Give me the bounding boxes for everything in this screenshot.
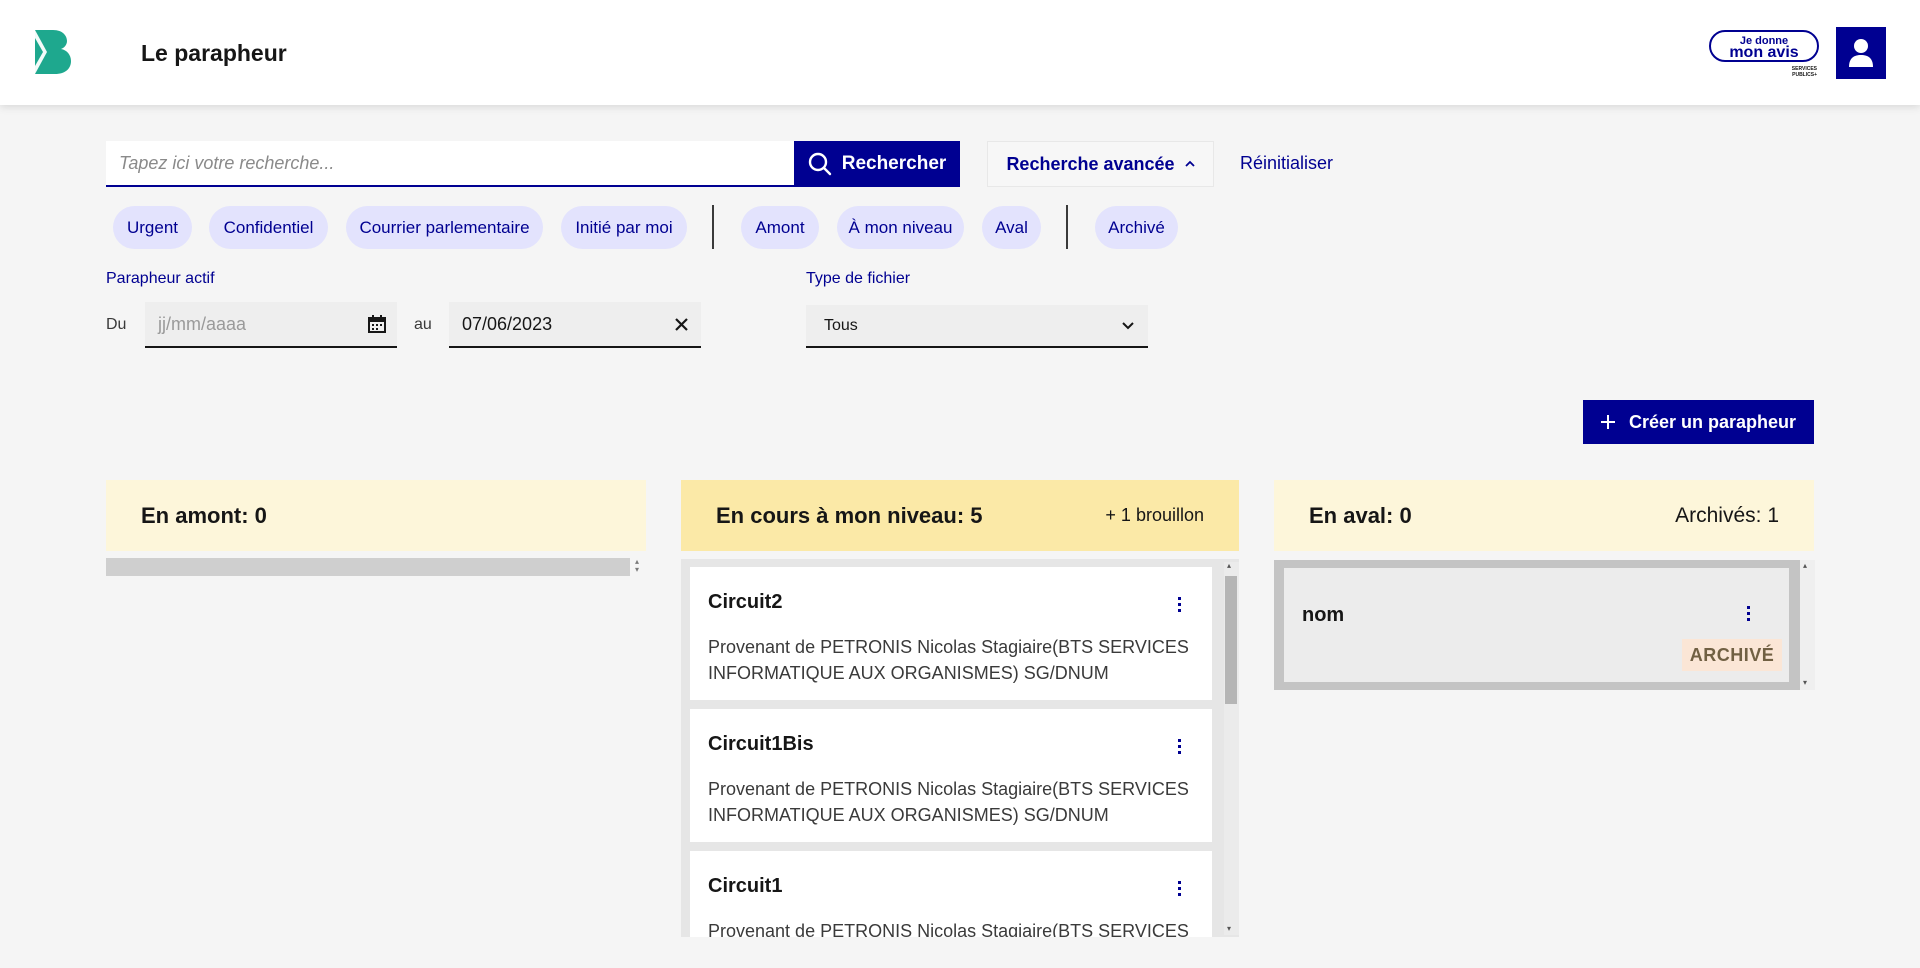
tag-urgent[interactable]: Urgent [113,206,192,249]
je-donne-mon-avis-button[interactable]: Je donne mon avis SERVICES PUBLICS+ [1709,30,1821,78]
search-icon [808,152,831,176]
card-description: Provenant de PETRONIS Nicolas Stagiaire(… [708,921,1189,937]
parapheur-card[interactable]: Circuit2 Provenant de PETRONIS Nicolas S… [690,567,1212,700]
column-amont-header: En amont: 0 [106,480,646,551]
services-publics-line2: PUBLICS+ [1792,72,1817,78]
create-button-label: Créer un parapheur [1628,411,1797,432]
header: Le parapheur Je donne mon avis SERVICES … [0,0,1920,105]
tag-separator [1066,205,1068,249]
avis-pill: Je donne mon avis [1709,30,1819,62]
user-account-button[interactable] [1836,27,1886,79]
date-to-field[interactable]: 07/06/2023 [449,302,701,348]
courant-scrollbar-thumb[interactable] [1225,576,1237,704]
date-from-placeholder: jj/mm/aaaa [158,313,247,334]
b-letter-logo-icon [35,30,71,74]
parapheur-card[interactable]: Circuit1 Provenant de PETRONIS Nicolas S… [690,851,1212,937]
courant-card-list: Circuit2 Provenant de PETRONIS Nicolas S… [681,559,1239,937]
search-button-label: Rechercher [841,153,947,174]
card-description: Provenant de PETRONIS Nicolas Stagiaire(… [708,779,1189,825]
app-logo[interactable] [33,28,73,76]
create-parapheur-button[interactable]: Créer un parapheur [1583,400,1814,444]
more-options-icon[interactable] [1178,597,1182,612]
services-publics-mark: SERVICES PUBLICS+ [1792,66,1817,78]
plus-icon [1600,415,1615,429]
reset-link[interactable]: Réinitialiser [1240,153,1333,174]
card-title: Circuit2 [708,591,783,613]
card-title: Circuit1Bis [708,733,814,755]
tag-confidentiel[interactable]: Confidentiel [209,206,328,249]
card-title: nom [1302,604,1345,626]
clear-icon[interactable] [661,317,701,331]
scroll-down-icon[interactable]: ▾ [1803,678,1807,687]
tag-separator [712,205,714,249]
archived-badge: ARCHIVÉ [1682,639,1782,671]
column-courant-header: En cours à mon niveau: 5 + 1 brouillon [681,480,1239,551]
column-aval-header: En aval: 0 Archivés: 1 [1274,480,1814,551]
aval-card-list: nom ARCHIVÉ [1274,560,1815,690]
to-label: au [414,316,432,333]
chevron-up-icon [1184,160,1195,167]
file-type-value: Tous [824,316,858,334]
scroll-up-icon[interactable]: ▴ [1803,561,1807,570]
draft-count-link[interactable]: + 1 brouillon [1105,505,1204,526]
date-to-value: 07/06/2023 [462,313,553,334]
advanced-search-button[interactable]: Recherche avancée [987,141,1214,187]
tag-a-mon-niveau[interactable]: À mon niveau [837,206,964,249]
advanced-search-label: Recherche avancée [1006,153,1175,174]
search-input[interactable] [106,141,794,187]
scroll-up-icon[interactable]: ▴ [1227,561,1231,570]
tag-courrier-parlementaire[interactable]: Courrier parlementaire [346,206,543,249]
search-button[interactable]: Rechercher [794,141,960,187]
calendar-icon[interactable] [357,315,397,333]
tag-aval[interactable]: Aval [982,206,1041,249]
column-amont-title: En amont: 0 [141,502,267,528]
card-description: Provenant de PETRONIS Nicolas Stagiaire(… [708,637,1189,683]
date-from-field[interactable]: jj/mm/aaaa [145,302,397,348]
archived-count[interactable]: Archivés: 1 [1675,504,1779,528]
column-aval-title: En aval: 0 [1309,502,1412,528]
more-options-icon[interactable] [1178,881,1182,896]
amont-empty-list [106,558,630,576]
tag-archive[interactable]: Archivé [1095,206,1178,249]
parapheur-card[interactable]: nom ARCHIVÉ [1284,568,1789,682]
parapheur-card[interactable]: Circuit1Bis Provenant de PETRONIS Nicola… [690,709,1212,842]
user-icon [1849,39,1873,67]
from-label: Du [106,316,127,333]
column-courant-title: En cours à mon niveau: 5 [716,502,983,528]
scroll-arrows-icon[interactable]: ▴ ▾ [630,558,644,576]
card-title: Circuit1 [708,875,783,897]
tag-initie-par-moi[interactable]: Initié par moi [561,206,687,249]
chevron-down-icon [1108,321,1148,330]
scroll-down-icon[interactable]: ▾ [1227,924,1231,933]
aval-scrollbar[interactable] [1800,560,1815,690]
more-options-icon[interactable] [1178,739,1182,754]
file-type-label: Type de fichier [806,270,911,287]
tag-amont[interactable]: Amont [741,206,819,249]
more-options-icon[interactable] [1747,606,1751,621]
app-title: Le parapheur [141,40,287,66]
avis-bottom-text: mon avis [1729,44,1799,61]
file-type-select[interactable]: Tous [806,305,1148,348]
active-parapheur-label: Parapheur actif [106,270,215,287]
